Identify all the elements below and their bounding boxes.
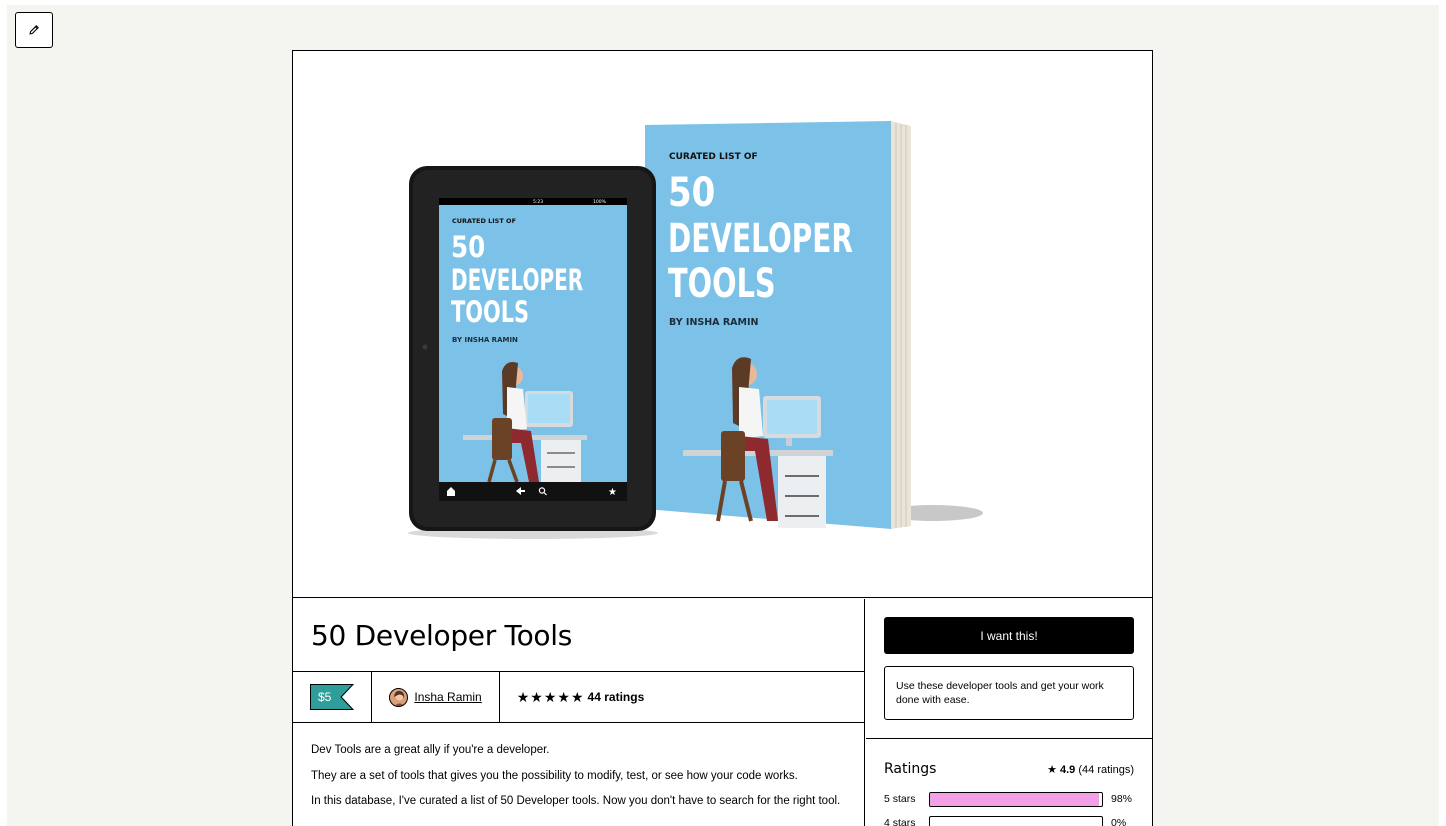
star-icon: ★ [570, 688, 584, 705]
ratings-count-label: (44 ratings) [1078, 763, 1134, 776]
page: CURATED LIST OF 50 DEVELOPER TOOLS BY IN… [7, 5, 1439, 826]
author-link[interactable]: Insha Ramin [414, 690, 481, 704]
price-tag: $5 [310, 684, 355, 710]
description-paragraph: In this database, I've curated a list of… [311, 795, 841, 808]
price-label: $5 [310, 684, 339, 710]
description-paragraph: Dev Tools are a great ally if you're a d… [311, 744, 550, 756]
tablet-byline: BY INSHA RAMIN [452, 336, 518, 344]
svg-text:BY INSHA RAMIN: BY INSHA RAMIN [669, 317, 759, 328]
tablet-status-time: 5:23 [533, 199, 543, 205]
ratings-section: Ratings ★ 4.9 (44 ratings) 5 stars 98% 4 [866, 739, 1152, 826]
rating-bar-row: 4 stars 0% [884, 811, 1134, 826]
svg-text:TOOLS: TOOLS [451, 296, 529, 329]
svg-text:DEVELOPER: DEVELOPER [451, 263, 583, 297]
book-eyebrow: CURATED LIST OF [669, 152, 758, 162]
ratings-average: 4.9 [1060, 763, 1076, 776]
svg-text:CURATED LIST OF: CURATED LIST OF [452, 217, 516, 225]
svg-text:DEVELOPER: DEVELOPER [668, 216, 853, 262]
star-icon: ★ [557, 688, 570, 705]
svg-text:5:23: 5:23 [533, 199, 543, 205]
price-tag-notch-icon [338, 684, 355, 710]
product-cover-image[interactable]: CURATED LIST OF 50 DEVELOPER TOOLS BY IN… [293, 51, 1152, 598]
rating-bar-percent: 0% [1111, 817, 1127, 826]
description-paragraph: They are a set of tools that gives you t… [311, 769, 798, 782]
ratings-summary: ★ 4.9 (44 ratings) [1047, 763, 1134, 776]
rating-stars: ★ ★ ★ ★ ★ [517, 689, 585, 706]
rating-cell[interactable]: ★ ★ ★ ★ ★ 44 ratings [500, 672, 662, 722]
pencil-icon [29, 25, 39, 35]
product-title: 50 Developer Tools [311, 618, 573, 652]
product-card: CURATED LIST OF 50 DEVELOPER TOOLS BY IN… [292, 50, 1153, 826]
tablet-title-line3: TOOLS [451, 296, 529, 329]
star-icon: ★ [543, 688, 557, 705]
purchase-panel: I want this! Use these developer tools a… [866, 599, 1152, 826]
ratings-count: 44 ratings [587, 690, 645, 704]
rating-bar-row: 5 stars 98% [884, 787, 1134, 811]
price-cell: $5 [293, 672, 373, 722]
svg-text:50: 50 [451, 231, 485, 264]
author-cell[interactable]: Insha Ramin [372, 672, 500, 722]
svg-text:TOOLS: TOOLS [668, 261, 776, 307]
svg-text:★: ★ [608, 487, 617, 498]
book-byline: BY INSHA RAMIN [669, 317, 759, 328]
rating-bar-track [929, 791, 1103, 807]
product-summary: Use these developer tools and get your w… [884, 666, 1134, 720]
product-info: 50 Developer Tools $5 Insha Ramin ★ ★ ★ … [293, 599, 865, 826]
product-description: Dev Tools are a great ally if you're a d… [293, 723, 864, 826]
rating-bar-fill [930, 792, 1099, 806]
ratings-title: Ratings [884, 761, 937, 777]
svg-text:50: 50 [668, 169, 715, 215]
tablet-eyebrow: CURATED LIST OF [452, 217, 516, 225]
svg-text:100%: 100% [593, 199, 607, 205]
tablet-title-line1: 50 [451, 231, 485, 264]
svg-text:CURATED LIST OF: CURATED LIST OF [669, 152, 758, 162]
tablet-title-line2: DEVELOPER [451, 263, 583, 297]
ratings-header: Ratings ★ 4.9 (44 ratings) [884, 761, 1134, 777]
book-title-line3: TOOLS [668, 261, 776, 307]
svg-text:BY INSHA RAMIN: BY INSHA RAMIN [452, 336, 518, 344]
edit-button[interactable] [15, 12, 53, 48]
book-title-line1: 50 [668, 169, 715, 215]
title-row: 50 Developer Tools [293, 599, 864, 672]
star-icon: ★ [530, 688, 543, 705]
book-title-line2: DEVELOPER [668, 216, 853, 262]
tablet-star-icon: ★ [608, 487, 617, 498]
rating-bar-label: 4 stars [884, 817, 916, 826]
tablet-status-battery: 100% [593, 199, 607, 205]
author-avatar [389, 687, 409, 707]
star-icon: ★ [1047, 763, 1057, 776]
i-want-this-button[interactable]: I want this! [884, 617, 1134, 654]
rating-bar-label: 5 stars [884, 793, 916, 805]
meta-row: $5 Insha Ramin ★ ★ ★ ★ ★ 44 ratings [293, 672, 864, 723]
star-icon: ★ [516, 688, 530, 705]
buy-area: I want this! Use these developer tools a… [866, 599, 1152, 739]
rating-bar-percent: 98% [1111, 793, 1133, 805]
rating-bar-track [929, 815, 1103, 826]
